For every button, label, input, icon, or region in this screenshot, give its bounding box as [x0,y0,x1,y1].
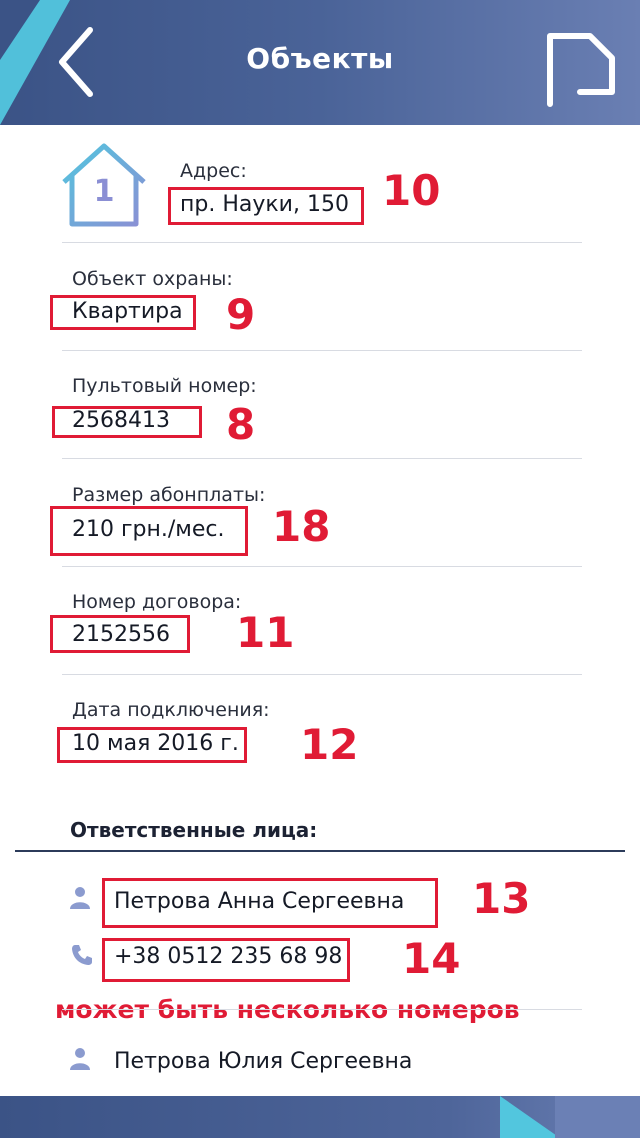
marker-person-name: 13 [472,874,531,923]
marker-console-number: 8 [226,400,256,449]
responsible-section-title: Ответственные лица: [70,818,318,842]
flag-icon [547,33,615,107]
divider [62,242,582,243]
footer-decor-light [555,1096,640,1138]
object-type-value: Квартира [72,299,183,324]
marker-contract-number: 11 [236,608,295,657]
marker-fee: 18 [272,502,331,551]
app-header: Объекты [0,0,640,125]
marker-object-type: 9 [226,290,256,339]
person-icon [68,1046,92,1070]
section-divider [15,850,625,852]
phone-icon [70,943,94,967]
flag-button[interactable] [540,18,620,110]
person-icon [68,885,92,909]
connection-date-value: 10 мая 2016 г. [72,731,239,756]
object-number: 1 [93,174,115,209]
bottom-bar [0,1096,640,1138]
phone-link[interactable]: +38 0512 235 68 98 [114,944,342,969]
person-name: Петрова Юлия Сергеевна [114,1049,413,1074]
connection-date-label: Дата подключения: [72,699,270,721]
marker-phone: 14 [402,934,461,983]
divider [62,350,582,351]
fee-value: 210 грн./мес. [72,517,225,542]
contract-number-value: 2152556 [72,622,170,647]
object-type-label: Объект охраны: [72,268,233,290]
divider [62,458,582,459]
footer-decor-cyan [500,1096,560,1138]
marker-connection-date: 12 [300,720,359,769]
person-name: Петрова Анна Сергеевна [114,889,405,914]
marker-address: 10 [382,166,441,215]
divider [62,566,582,567]
fee-label: Размер абонплаты: [72,484,266,506]
console-number-label: Пультовый номер: [72,375,257,397]
address-value: пр. Науки, 150 [180,192,349,217]
house-icon: 1 [58,142,150,230]
divider [62,674,582,675]
console-number-value: 2568413 [72,408,170,433]
divider [62,1009,582,1010]
contract-number-label: Номер договора: [72,591,242,613]
address-label: Адрес: [180,160,247,182]
